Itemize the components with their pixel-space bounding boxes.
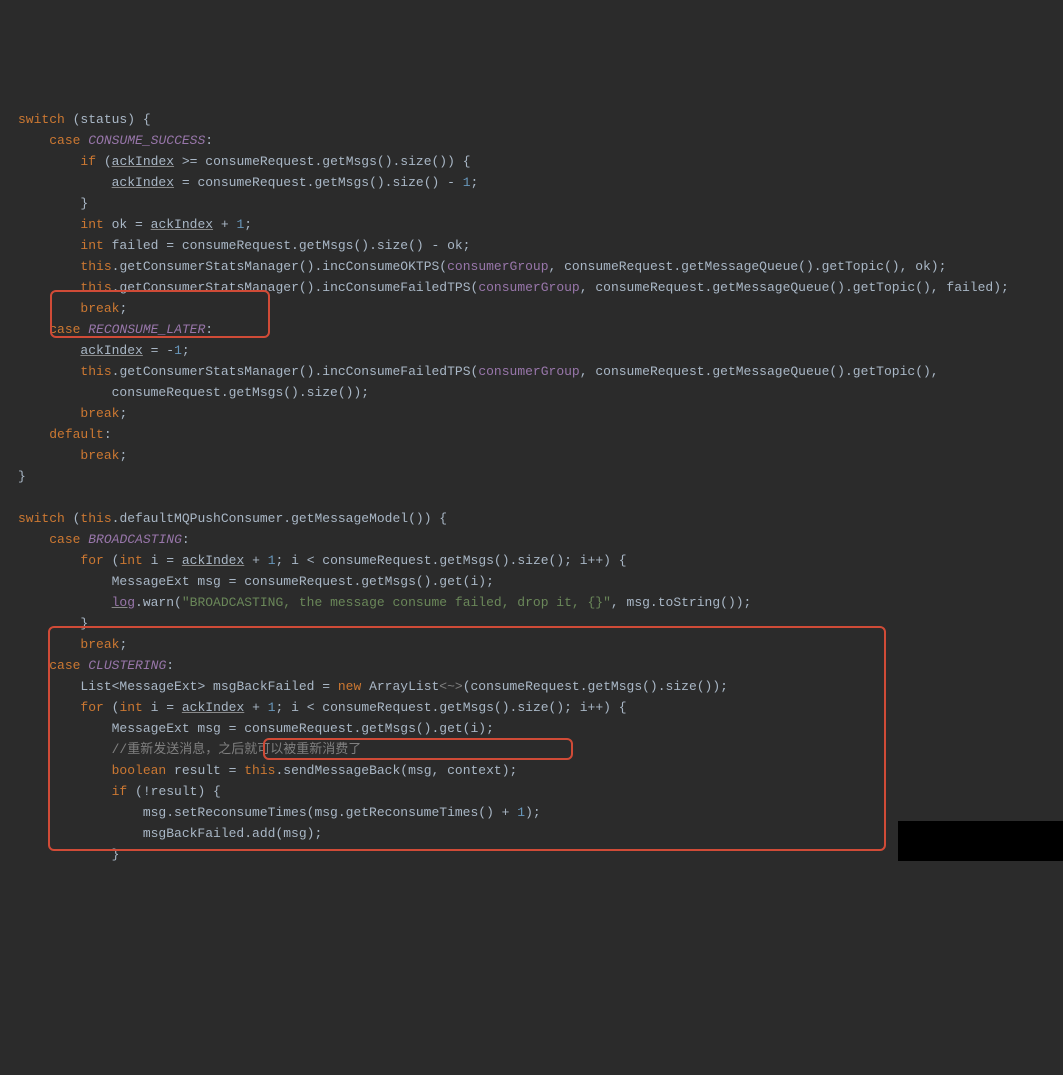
- code-editor[interactable]: switch (status) { case CONSUME_SUCCESS: …: [18, 88, 1063, 970]
- line: int failed = consumeRequest.getMsgs().si…: [18, 238, 471, 253]
- line: }: [18, 196, 88, 211]
- line: MessageExt msg = consumeRequest.getMsgs(…: [18, 721, 494, 736]
- obscured-area: [898, 821, 1063, 861]
- line: msgBackFailed.add(msg);: [18, 826, 322, 841]
- line: this.getConsumerStatsManager().incConsum…: [18, 280, 1009, 295]
- line: if (ackIndex >= consumeRequest.getMsgs()…: [18, 154, 471, 169]
- line: break;: [18, 448, 127, 463]
- line: }: [18, 469, 26, 484]
- line: break;: [18, 637, 127, 652]
- line: for (int i = ackIndex + 1; i < consumeRe…: [18, 553, 627, 568]
- line: }: [18, 847, 119, 862]
- line: [18, 490, 26, 505]
- line: case CONSUME_SUCCESS:: [18, 133, 213, 148]
- line: switch (status) {: [18, 112, 151, 127]
- line: this.getConsumerStatsManager().incConsum…: [18, 259, 946, 274]
- line: case CLUSTERING:: [18, 658, 174, 673]
- line: msg.setReconsumeTimes(msg.getReconsumeTi…: [18, 805, 541, 820]
- line: int ok = ackIndex + 1;: [18, 217, 252, 232]
- line: List<MessageExt> msgBackFailed = new Arr…: [18, 679, 728, 694]
- line: switch (this.defaultMQPushConsumer.getMe…: [18, 511, 447, 526]
- line: break;: [18, 406, 127, 421]
- line: if (!result) {: [18, 784, 221, 799]
- line: }: [18, 616, 88, 631]
- line: ackIndex = consumeRequest.getMsgs().size…: [18, 175, 478, 190]
- line: break;: [18, 301, 127, 316]
- line: case BROADCASTING:: [18, 532, 190, 547]
- line: //重新发送消息，之后就可以被重新消费了: [18, 742, 361, 757]
- line: boolean result = this.sendMessageBack(ms…: [18, 763, 517, 778]
- line: case RECONSUME_LATER:: [18, 322, 213, 337]
- line: for (int i = ackIndex + 1; i < consumeRe…: [18, 700, 627, 715]
- line: MessageExt msg = consumeRequest.getMsgs(…: [18, 574, 494, 589]
- line: ackIndex = -1;: [18, 343, 190, 358]
- line: default:: [18, 427, 112, 442]
- line: consumeRequest.getMsgs().size());: [18, 385, 369, 400]
- line: this.getConsumerStatsManager().incConsum…: [18, 364, 939, 379]
- line: log.warn("BROADCASTING, the message cons…: [18, 595, 751, 610]
